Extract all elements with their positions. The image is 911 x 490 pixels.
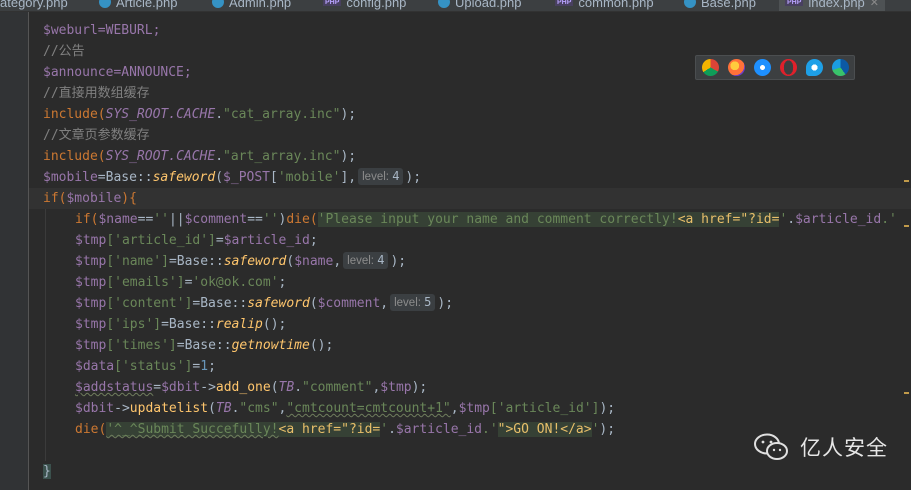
- code-line: $tmp['times']=Base::getnowtime();: [75, 338, 334, 353]
- code-line: $weburl=WEBURL;: [43, 23, 161, 38]
- tab-category[interactable]: ategory.php: [0, 0, 68, 11]
- ie-icon[interactable]: [806, 59, 823, 76]
- scroll-marker: [904, 392, 909, 394]
- code-line: //直接用数组缓存: [43, 86, 150, 101]
- edge-icon[interactable]: [832, 59, 849, 76]
- code-line: $addstatus=$dbit->add_one(TB."comment",$…: [75, 380, 428, 395]
- firefox-icon[interactable]: [728, 59, 745, 76]
- tab-label: Base.php: [701, 0, 756, 10]
- editor-tab-bar: ategory.php Article.php Admin.php PHP co…: [0, 0, 911, 12]
- scroll-marker: [904, 225, 909, 227]
- tab-index[interactable]: PHP index.php ✕: [779, 0, 886, 11]
- gutter-divider: [28, 12, 29, 490]
- class-icon: [99, 0, 111, 8]
- brand-watermark: 亿人安全: [752, 432, 888, 462]
- tab-config[interactable]: PHP config.php: [323, 0, 406, 11]
- php-icon: PHP: [555, 0, 574, 6]
- code-line: $mobile=Base::safeword($_POST['mobile'],…: [43, 168, 422, 185]
- code-line: //文章页参数缓存: [43, 128, 150, 143]
- tab-common[interactable]: PHP common.php: [555, 0, 654, 11]
- class-icon: [438, 0, 450, 8]
- safari-icon[interactable]: [754, 59, 771, 76]
- code-line: if($mobile){: [43, 191, 137, 206]
- code-line: if($name==''||$comment=='')die('Please i…: [75, 212, 897, 227]
- php-icon: PHP: [785, 0, 804, 6]
- code-editor[interactable]: $weburl=WEBURL; //公告 $announce=ANNOUNCE;…: [43, 12, 911, 490]
- tab-label: Article.php: [116, 0, 178, 10]
- parameter-hint: level: 4: [343, 252, 389, 269]
- tab-label: config.php: [346, 0, 407, 10]
- code-line: $tmp['emails']='ok@ok.com';: [75, 275, 287, 290]
- brand-name: 亿人安全: [800, 436, 888, 460]
- wechat-icon: [754, 433, 788, 460]
- code-line: include(SYS_ROOT.CACHE."cat_array.inc");: [43, 107, 357, 122]
- tab-base[interactable]: Base.php: [684, 0, 756, 11]
- tab-upload[interactable]: Upload.php: [438, 0, 522, 11]
- code-line: }: [43, 464, 51, 479]
- code-line: $announce=ANNOUNCE;: [43, 65, 192, 80]
- code-line: $tmp['article_id']=$article_id;: [75, 233, 318, 248]
- tab-label: common.php: [578, 0, 654, 10]
- code-line: //公告: [43, 44, 85, 59]
- tab-label: Admin.php: [229, 0, 292, 10]
- parameter-hint: level: 5: [390, 294, 436, 311]
- code-line: $tmp['name']=Base::safeword($name, level:…: [75, 252, 407, 269]
- tab-label: index.php: [808, 0, 865, 10]
- parameter-hint: level: 4: [358, 168, 404, 185]
- code-line: include(SYS_ROOT.CACHE."art_array.inc");: [43, 149, 357, 164]
- code-line: $dbit->updatelist(TB."cms","cmtcount=cmt…: [75, 401, 616, 416]
- browser-preview-bar: [695, 55, 855, 80]
- php-icon: PHP: [323, 0, 342, 6]
- close-icon[interactable]: ✕: [870, 0, 879, 9]
- tab-label: Upload.php: [455, 0, 522, 10]
- tab-article[interactable]: Article.php: [99, 0, 177, 11]
- chrome-icon[interactable]: [702, 59, 719, 76]
- code-line: $data['status']=1;: [75, 359, 216, 374]
- line-gutter: [0, 12, 28, 490]
- code-line: $tmp['content']=Base::safeword($comment,…: [75, 294, 454, 311]
- tab-label: ategory.php: [0, 0, 68, 10]
- code-line: die('^_^Submit Succefully!<a href="?id='…: [75, 422, 616, 437]
- opera-icon[interactable]: [780, 59, 797, 76]
- code-line: $tmp['ips']=Base::realip();: [75, 317, 287, 332]
- scroll-marker: [904, 180, 909, 182]
- class-icon: [684, 0, 696, 8]
- tab-admin[interactable]: Admin.php: [212, 0, 291, 11]
- class-icon: [212, 0, 224, 8]
